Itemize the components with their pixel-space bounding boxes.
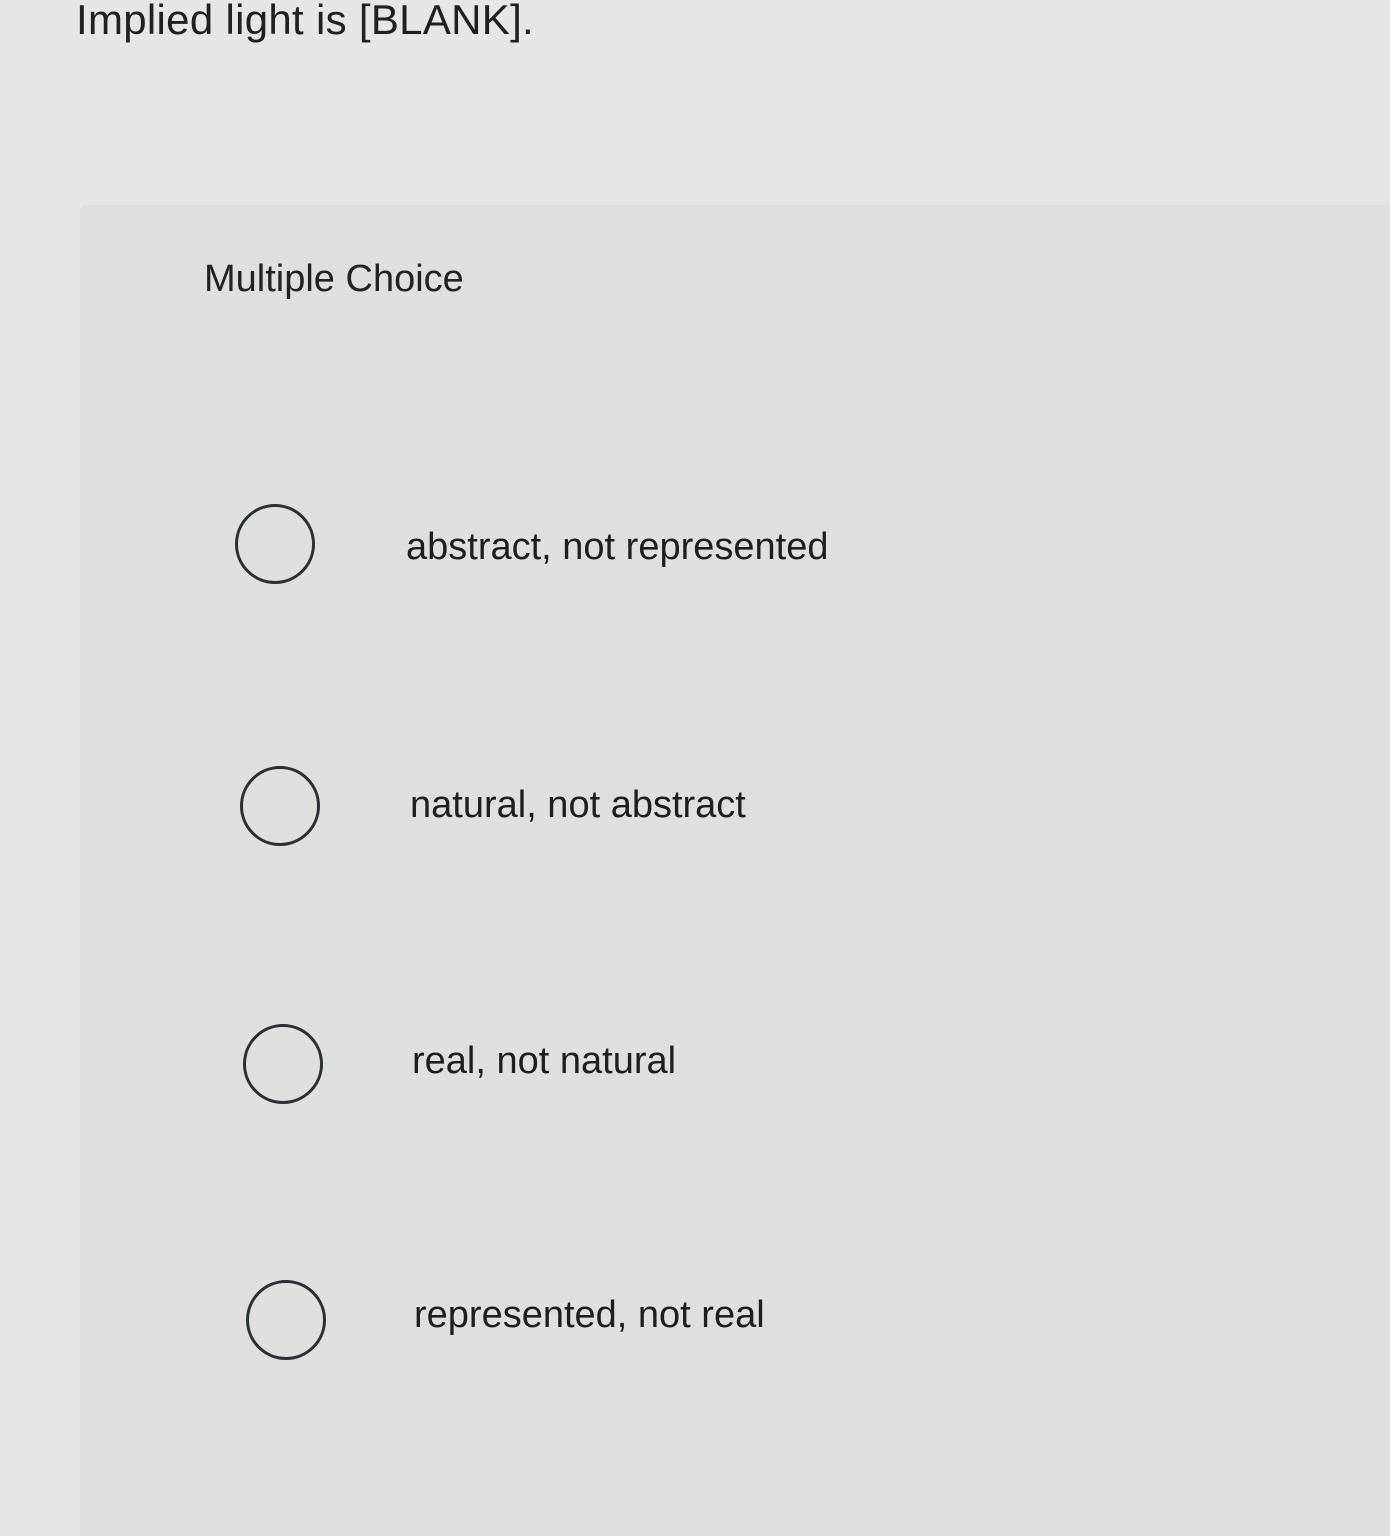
radio-button-icon[interactable] <box>246 1280 326 1360</box>
radio-button-icon[interactable] <box>243 1024 323 1104</box>
choice-option-3[interactable]: real, not natural <box>158 969 1390 1119</box>
question-prompt: Implied light is [BLANK]. <box>76 0 535 43</box>
choice-label: natural, not abstract <box>410 784 746 826</box>
multiple-choice-card: Multiple Choice abstract, not represente… <box>80 205 1390 1536</box>
choice-label: real, not natural <box>412 1040 677 1082</box>
radio-button-icon[interactable] <box>235 504 315 584</box>
radio-button-icon[interactable] <box>240 766 320 846</box>
choice-label: abstract, not represented <box>406 526 829 568</box>
choice-option-2[interactable]: natural, not abstract <box>158 711 1390 861</box>
choice-option-1[interactable]: abstract, not represented <box>158 453 1390 603</box>
choice-option-4[interactable]: represented, not real <box>158 1225 1390 1375</box>
question-type-label: Multiple Choice <box>204 258 464 300</box>
choice-label: represented, not real <box>414 1294 765 1336</box>
